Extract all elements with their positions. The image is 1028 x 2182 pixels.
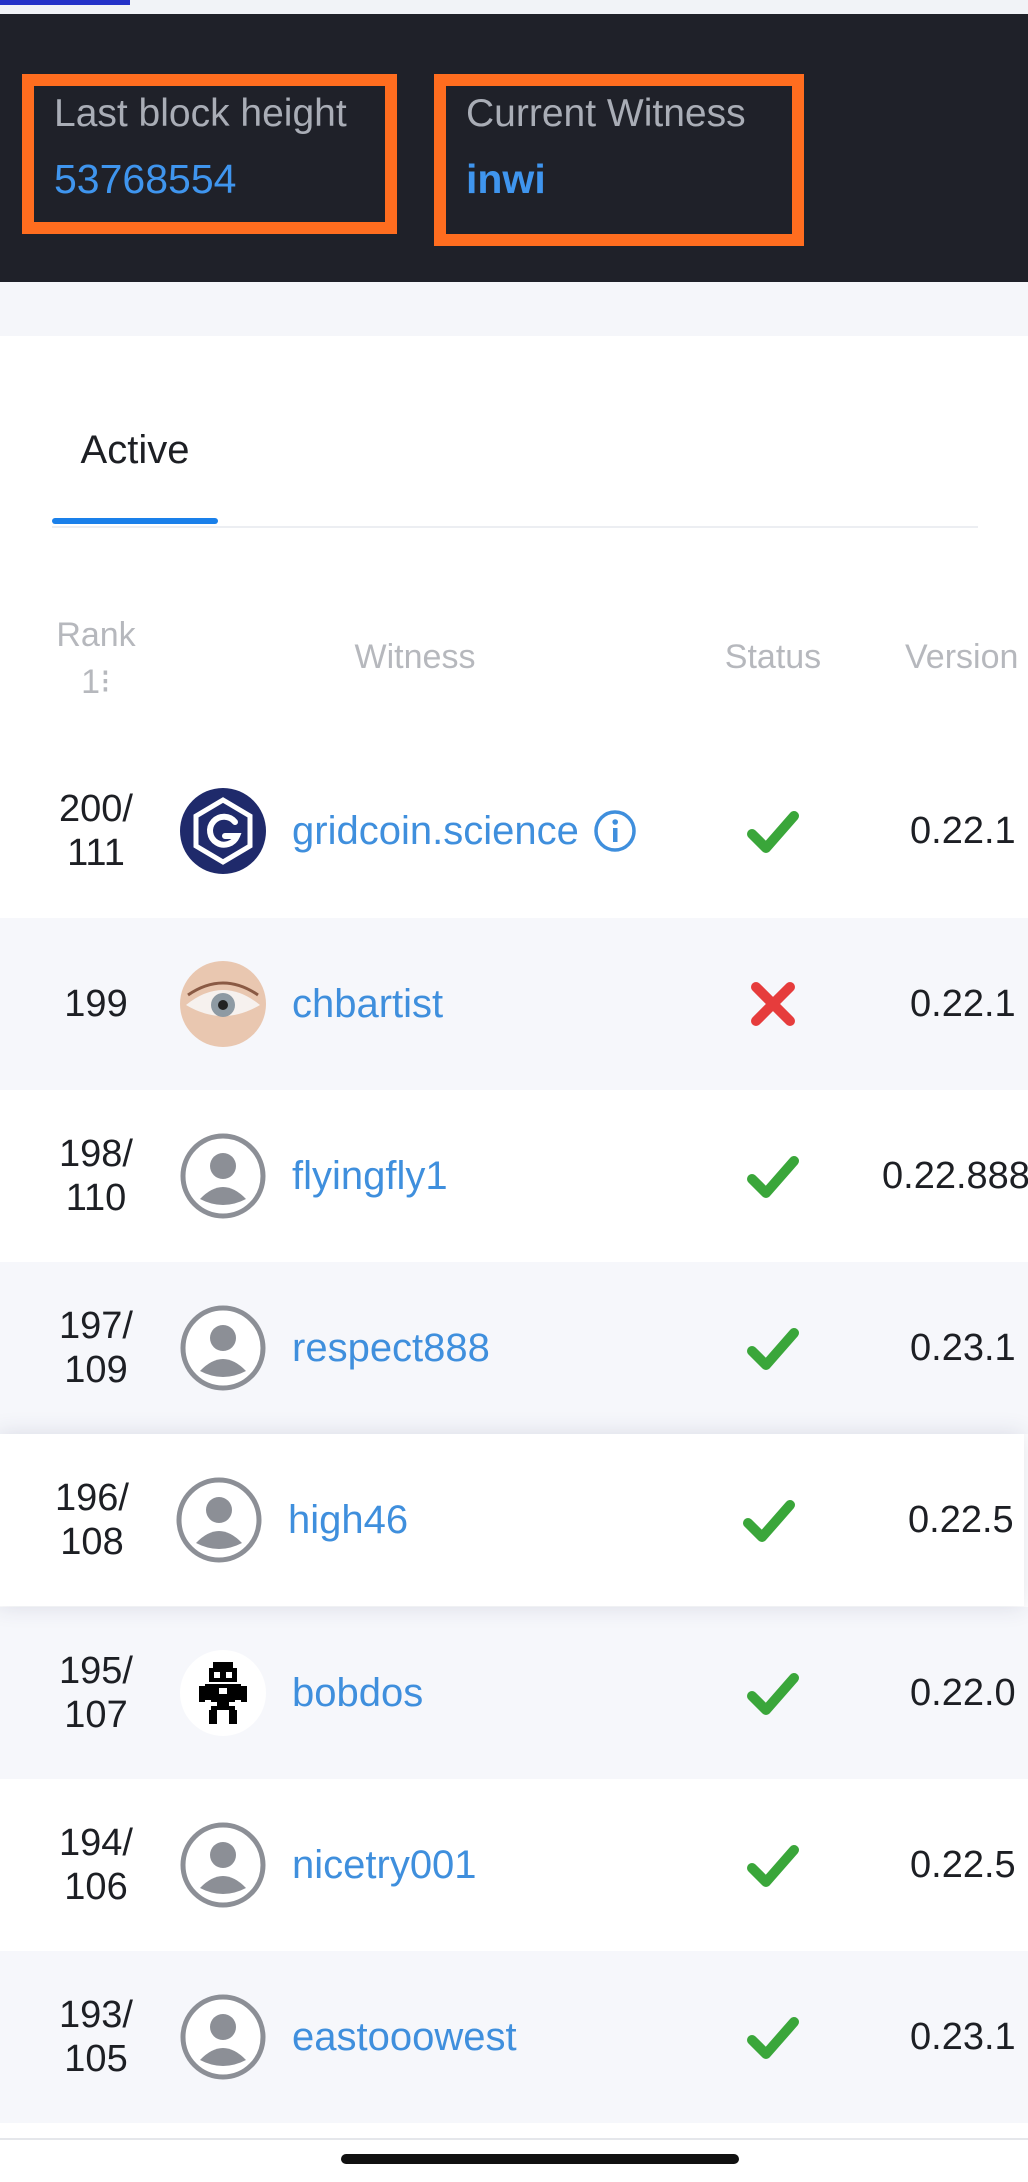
witness-name[interactable]: high46 [288,1498,408,1543]
table-row[interactable]: 195/107 bobdos 0.22.0 [0,1607,1028,1779]
rank-value: 194/ [59,1821,133,1864]
witness-name[interactable]: respect888 [292,1326,490,1371]
witness-name[interactable]: eastooowest [292,2015,517,2060]
rank-cell: 197/109 [30,1262,162,1434]
witness-tabs: Active [0,336,1028,536]
rank-value: 195/ [59,1649,133,1692]
table-row[interactable]: 193/105 eastooowest 0.23.1 [0,1951,1028,2123]
tab-active[interactable]: Active [52,428,218,473]
rank-secondary-value: 109 [64,1349,128,1391]
status-ok-icon [746,2010,800,2064]
rank-secondary-value: 111 [67,832,125,874]
table-row[interactable]: 198/110 flyingfly1 0.22.888 [0,1090,1028,1262]
sort-numeric-icon[interactable]: 1⁝ [40,662,152,702]
witness-table-header: Rank 1⁝ Witness Status Version [0,600,1028,710]
status-ok-icon [746,804,800,858]
table-row[interactable]: 197/109 respect888 0.23.1 [0,1262,1028,1434]
witness-name-link[interactable]: bobdos [292,1607,423,1779]
rank-cell: 193/105 [30,1951,162,2123]
version-value: 0.22.1 [910,809,1016,852]
info-icon[interactable] [593,809,637,853]
witness-name[interactable]: flyingfly1 [292,1154,448,1199]
witness-name[interactable]: chbartist [292,982,443,1027]
rank-column-header[interactable]: Rank [40,616,152,655]
rank-cell: 199 [30,918,162,1090]
top-loading-bar [0,0,1028,14]
witness-name-link[interactable]: eastooowest [292,1951,517,2123]
bottom-divider [0,2138,1028,2140]
witness-name-link[interactable]: high46 [288,1434,408,1606]
witness-name[interactable]: gridcoin.science [292,809,579,854]
witness-name-link[interactable]: respect888 [292,1262,490,1434]
status-ok-icon [746,1838,800,1892]
rank-value: 198/ [59,1132,133,1175]
rank-secondary-value: 108 [60,1521,124,1563]
status-ok-icon [746,1321,800,1375]
rank-secondary-value: 106 [64,1866,128,1908]
rank-secondary-value: 105 [64,2038,128,2080]
version-value: 0.22.0 [910,1671,1016,1714]
current-witness-label: Current Witness [466,92,746,135]
witness-name-link[interactable]: flyingfly1 [292,1090,448,1262]
version-value: 0.22.5 [910,1843,1016,1886]
rank-value: 196/ [55,1476,129,1519]
rank-secondary-value: 107 [64,1694,128,1736]
last-block-height-label: Last block height [54,92,347,135]
eye-photo-avatar[interactable] [180,961,266,1047]
pixel-character-avatar[interactable] [180,1650,266,1736]
rank-secondary-value: 110 [65,1177,127,1219]
default-user-avatar[interactable] [180,1133,266,1219]
version-value: 0.23.1 [910,1326,1016,1369]
rank-cell: 196/108 [26,1434,158,1606]
status-ok-icon [746,1666,800,1720]
table-row[interactable]: 199 chbartist 0.22.1 [0,918,1028,1090]
current-witness-box: Current Witness inwi [434,74,804,246]
witness-name[interactable]: bobdos [292,1671,423,1716]
tab-active-indicator [52,518,218,524]
table-row[interactable]: 200/111 gridcoin.science 0.22.1 [0,745,1028,917]
rank-cell: 198/110 [30,1090,162,1262]
status-ok-icon [742,1493,796,1547]
rank-cell: 200/111 [30,745,162,917]
rank-value: 199 [64,982,128,1025]
witness-column-header: Witness [354,638,476,676]
witness-name-link[interactable]: gridcoin.science [292,745,637,917]
status-ok-icon [746,1149,800,1203]
table-row[interactable]: 196/108 high46 0.22.5 [0,1434,1024,1606]
top-loading-bar-fill [0,0,130,5]
default-user-avatar[interactable] [176,1477,262,1563]
last-block-height-value[interactable]: 53768554 [54,156,236,203]
default-user-avatar[interactable] [180,1822,266,1908]
rank-value: 197/ [59,1304,133,1347]
version-value: 0.22.888 [882,1154,1028,1197]
tabs-divider [52,526,978,528]
witness-name-link[interactable]: chbartist [292,918,443,1090]
version-column-header: Version [905,638,1019,676]
gridcoin-logo-avatar[interactable] [180,788,266,874]
last-block-height-box: Last block height 53768554 [22,74,397,234]
rank-value: 200/ [59,787,133,830]
version-value: 0.22.5 [908,1498,1014,1541]
status-column-header: Status [724,638,822,676]
chain-stats-header: Last block height 53768554 Current Witne… [0,14,1028,282]
status-error-icon [746,977,800,1031]
default-user-avatar[interactable] [180,1305,266,1391]
version-value: 0.23.1 [910,2015,1016,2058]
rank-value: 193/ [59,1993,133,2036]
rank-cell: 195/107 [30,1607,162,1779]
default-user-avatar[interactable] [180,1994,266,2080]
home-indicator[interactable] [341,2154,739,2164]
rank-cell: 194/106 [30,1779,162,1951]
current-witness-value[interactable]: inwi [466,156,546,203]
section-gap [0,282,1028,336]
witness-name[interactable]: nicetry001 [292,1843,477,1888]
table-row[interactable]: 194/106 nicetry001 0.22.5 [0,1779,1028,1951]
version-value: 0.22.1 [910,982,1016,1025]
witness-name-link[interactable]: nicetry001 [292,1779,477,1951]
